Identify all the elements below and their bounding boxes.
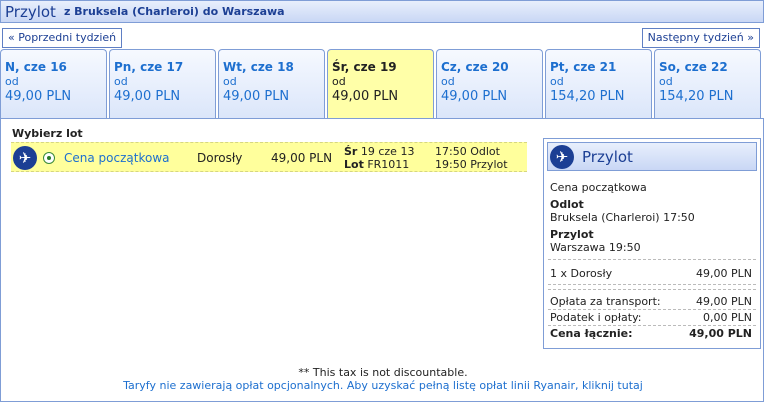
tab-day-label: So, cze 22 (659, 60, 728, 74)
tax-footnote: ** This tax is not discountable. (298, 366, 468, 379)
tab-from-label: od (114, 75, 128, 88)
summary-arrival-value: Warszawa 19:50 (550, 241, 641, 254)
tab-from-label: od (332, 75, 346, 88)
divider (548, 309, 756, 310)
flight-label: Lot (344, 158, 364, 171)
flight-number: FR1011 (367, 158, 410, 171)
summary-total-value: 49,00 PLN (689, 327, 752, 340)
flight-times: 17:50 Odlot 19:50 Przylot (435, 145, 508, 171)
day-tabs: N, cze 16 od 49,00 PLN Pn, cze 17 od 49,… (0, 49, 764, 119)
tab-price: 154,20 PLN (550, 89, 625, 104)
tab-day-label: Wt, cze 18 (223, 60, 294, 74)
flight-panel: Wybierz lot ✈ Cena początkowa Dorosły 49… (0, 118, 764, 402)
summary-header: ✈ Przylot (547, 142, 757, 171)
summary-pax-value: 49,00 PLN (696, 267, 752, 280)
tab-day-thu[interactable]: Cz, cze 20 od 49,00 PLN (436, 49, 543, 118)
tab-from-label: od (5, 75, 19, 88)
flight-option-row[interactable]: ✈ Cena początkowa Dorosły 49,00 PLN Śr 1… (11, 142, 527, 172)
tab-day-wed[interactable]: Śr, cze 19 od 49,00 PLN (327, 49, 434, 119)
tab-day-sat[interactable]: So, cze 22 od 154,20 PLN (654, 49, 761, 118)
summary-arrival-label: Przylot (550, 228, 594, 241)
next-week-button[interactable]: Następny tydzień » (641, 28, 760, 48)
flight-date-info: Śr 19 cze 13 Lot FR1011 (344, 145, 414, 171)
divider (548, 289, 756, 290)
divider (548, 325, 756, 326)
summary-title: Przylot (582, 148, 633, 166)
tab-day-sun[interactable]: N, cze 16 od 49,00 PLN (0, 49, 107, 118)
tab-day-label: N, cze 16 (5, 60, 67, 74)
summary-tax-label: Podatek i opłaty: (550, 311, 642, 324)
summary-transport-value: 49,00 PLN (696, 295, 752, 308)
tab-day-label: Śr, cze 19 (332, 60, 397, 74)
tab-day-mon[interactable]: Pn, cze 17 od 49,00 PLN (109, 49, 216, 118)
fare-name: Cena początkowa (64, 151, 170, 165)
flight-date: 19 cze 13 (360, 145, 415, 158)
passenger-type: Dorosły (197, 151, 243, 165)
route-label: z Bruksela (Charleroi) do Warszawa (63, 5, 285, 18)
fare-price: 49,00 PLN (271, 151, 333, 165)
select-flight-heading: Wybierz lot (12, 127, 83, 140)
fare-radio[interactable] (43, 152, 55, 164)
plane-icon: ✈ (550, 145, 574, 169)
tab-day-fri[interactable]: Pt, cze 21 od 154,20 PLN (545, 49, 652, 118)
summary-tax-value: 0,00 PLN (703, 311, 752, 324)
summary-departure-value: Bruksela (Charleroi) 17:50 (550, 211, 695, 224)
booking-summary: ✈ Przylot Cena początkowa Odlot Bruksela… (543, 138, 761, 349)
day-label: Śr (344, 145, 358, 158)
summary-departure-label: Odlot (550, 198, 584, 211)
page-header: Przylot z Bruksela (Charleroi) do Warsza… (0, 0, 764, 23)
tab-price: 49,00 PLN (114, 89, 181, 104)
tab-price: 49,00 PLN (332, 89, 399, 104)
departure-time: 17:50 Odlot (435, 145, 500, 158)
divider (548, 259, 756, 260)
summary-transport-label: Opłata za transport: (550, 295, 661, 308)
tab-day-label: Pt, cze 21 (550, 60, 617, 74)
tab-price: 49,00 PLN (5, 89, 72, 104)
divider (548, 284, 756, 285)
tab-from-label: od (659, 75, 673, 88)
tab-day-label: Pn, cze 17 (114, 60, 184, 74)
previous-week-button[interactable]: « Poprzedni tydzień (2, 28, 123, 48)
tab-price: 49,00 PLN (223, 89, 290, 104)
tab-from-label: od (550, 75, 564, 88)
tab-price: 49,00 PLN (441, 89, 508, 104)
page-title: Przylot (5, 2, 56, 21)
fees-info-link[interactable]: Taryfy nie zawierają opłat opcjonalnych.… (1, 379, 764, 392)
tab-day-tue[interactable]: Wt, cze 18 od 49,00 PLN (218, 49, 325, 118)
tab-day-label: Cz, cze 20 (441, 60, 509, 74)
arrival-time: 19:50 Przylot (435, 158, 508, 171)
summary-fare: Cena początkowa (550, 181, 647, 194)
tab-price: 154,20 PLN (659, 89, 734, 104)
plane-icon: ✈ (13, 146, 37, 170)
summary-total-label: Cena łącznie: (550, 327, 633, 340)
summary-pax-label: 1 x Dorosły (550, 267, 613, 280)
tab-from-label: od (223, 75, 237, 88)
tab-from-label: od (441, 75, 455, 88)
